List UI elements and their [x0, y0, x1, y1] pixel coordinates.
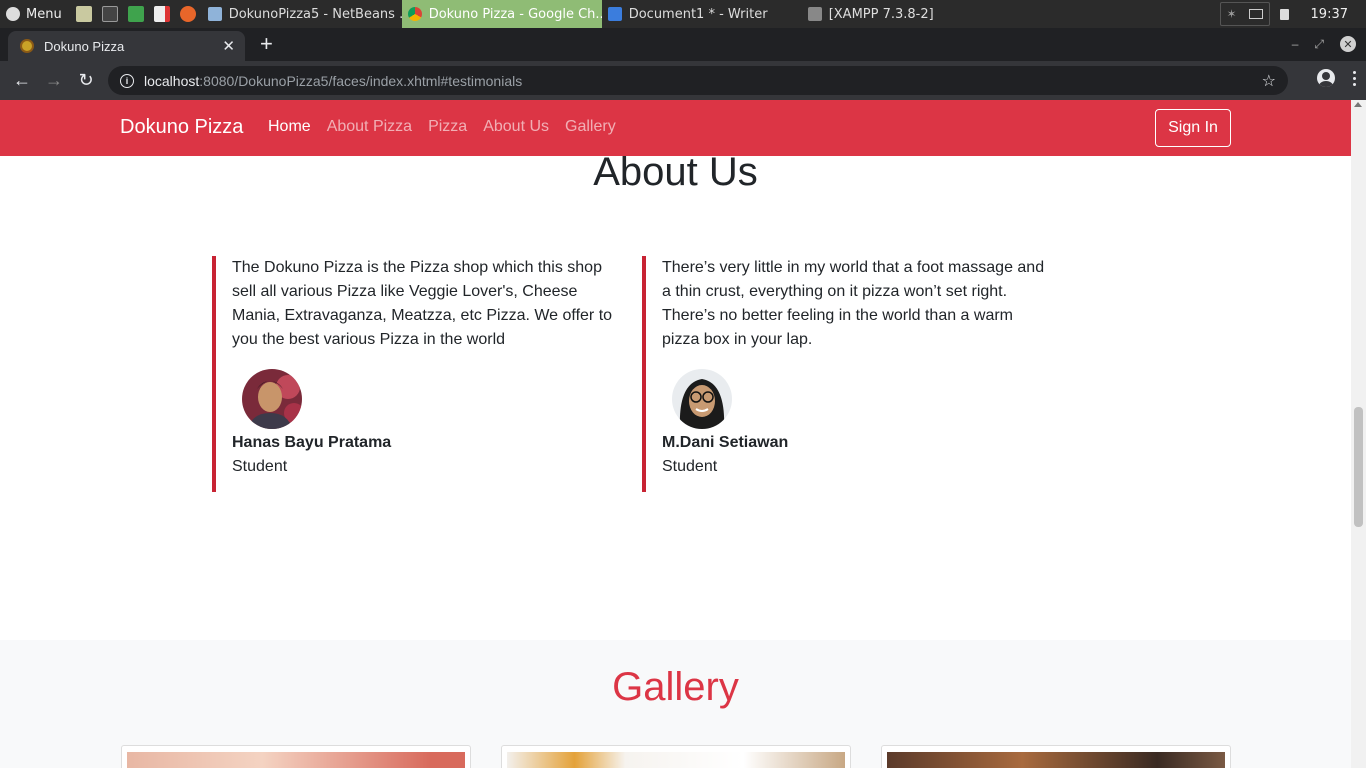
chrome-menu-icon[interactable]	[1353, 70, 1356, 86]
page-scrollbar[interactable]	[1351, 100, 1366, 768]
window-label: [XAMPP 7.3.8-2]	[828, 6, 934, 22]
battery-icon[interactable]	[1279, 8, 1289, 20]
gallery-image[interactable]	[507, 752, 845, 768]
pizza-favicon-icon	[20, 39, 34, 53]
browser-tab-strip: Dokuno Pizza ✕ + – ⤢ ✕	[0, 28, 1366, 61]
nav-link-home[interactable]: Home	[268, 118, 311, 136]
avatar	[242, 369, 302, 429]
back-arrow-icon[interactable]: ←	[6, 65, 38, 97]
gallery-heading: Gallery	[612, 665, 739, 709]
nav-link-about-pizza[interactable]: About Pizza	[327, 118, 412, 136]
profile-icon[interactable]	[1317, 69, 1335, 87]
start-menu-label: Menu	[26, 6, 62, 22]
firefox-launcher-icon[interactable]	[179, 6, 196, 22]
close-tab-icon[interactable]: ✕	[222, 37, 235, 55]
testimonial-name: M.Dani Setiawan	[662, 434, 789, 451]
display-icon[interactable]	[1248, 9, 1263, 19]
gallery-image[interactable]	[127, 752, 465, 768]
netbeans-icon	[207, 7, 222, 21]
new-tab-icon[interactable]: +	[260, 33, 273, 55]
address-bar[interactable]: i localhost :8080/DokunoPizza5/faces/ind…	[108, 66, 1288, 95]
site-info-icon[interactable]: i	[120, 73, 134, 88]
scroll-up-arrow-icon[interactable]	[1354, 102, 1362, 107]
close-window-icon[interactable]: ✕	[1340, 36, 1356, 52]
testimonial-text: There’s very little in my world that a f…	[662, 259, 1045, 348]
os-taskbar: Menu DokunoPizza5 - NetBeans ... Dokuno …	[0, 0, 1366, 28]
window-label: Document1 * - Writer	[628, 6, 768, 22]
window-writer[interactable]: Document1 * - Writer	[602, 0, 802, 28]
start-menu-button[interactable]: Menu	[0, 0, 70, 28]
window-label: Dokuno Pizza - Google Ch...	[428, 6, 602, 22]
window-chrome[interactable]: Dokuno Pizza - Google Ch...	[401, 0, 602, 28]
window-label: DokunoPizza5 - NetBeans ...	[228, 6, 402, 22]
writer-icon	[607, 7, 622, 21]
document-launcher-icon[interactable]	[153, 6, 170, 22]
bluetooth-icon[interactable]: ✶	[1227, 7, 1237, 21]
url-path: :8080/DokunoPizza5/faces/index.xhtml#tes…	[199, 72, 523, 89]
tray-group: ✶	[1219, 2, 1270, 26]
testimonial-role: Student	[662, 458, 718, 475]
testimonial-card: The Dokuno Pizza is the Pizza shop which…	[212, 256, 622, 492]
xampp-window-icon	[807, 7, 822, 21]
bookmark-star-icon[interactable]: ☆	[1262, 71, 1276, 91]
forward-arrow-icon[interactable]: →	[38, 65, 70, 97]
avatar	[672, 369, 732, 429]
testimonial-card: There’s very little in my world that a f…	[642, 256, 1052, 492]
window-xampp[interactable]: [XAMPP 7.3.8-2]	[802, 0, 1002, 28]
browser-toolbar: ← → ↻ i localhost :8080/DokunoPizza5/fac…	[0, 61, 1366, 100]
quick-launch	[70, 6, 202, 22]
window-controls: – ⤢ ✕	[1292, 36, 1356, 52]
page-viewport: Dokuno Pizza Home About Pizza Pizza Abou…	[0, 100, 1366, 768]
gallery-card[interactable]	[501, 745, 851, 768]
nav-link-about-us[interactable]: About Us	[483, 118, 549, 136]
restore-icon[interactable]: ⤢	[1314, 37, 1324, 52]
terminal-launcher-icon[interactable]	[101, 6, 118, 22]
gallery-section: Gallery	[0, 640, 1351, 768]
navbar-brand[interactable]: Dokuno Pizza	[120, 116, 243, 139]
url-host: localhost	[144, 72, 200, 89]
gallery-image[interactable]	[887, 752, 1225, 768]
browser-tab[interactable]: Dokuno Pizza ✕	[8, 31, 245, 61]
text-editor-launcher-icon[interactable]	[75, 6, 92, 22]
gallery-card[interactable]	[881, 745, 1231, 768]
toolbar-right	[1317, 69, 1356, 87]
testimonial-role: Student	[232, 458, 288, 475]
tab-title: Dokuno Pizza	[44, 38, 125, 54]
window-list: DokunoPizza5 - NetBeans ... Dokuno Pizza…	[202, 0, 1002, 28]
file-manager-launcher-icon[interactable]	[127, 6, 144, 22]
mint-menu-icon	[6, 7, 20, 21]
reload-icon[interactable]: ↻	[70, 65, 102, 97]
sign-in-button[interactable]: Sign In	[1155, 109, 1231, 147]
nav-link-gallery[interactable]: Gallery	[565, 118, 616, 136]
site-navbar: Dokuno Pizza Home About Pizza Pizza Abou…	[0, 100, 1351, 156]
gallery-card[interactable]	[121, 745, 471, 768]
clock[interactable]: 19:37	[1311, 7, 1348, 22]
testimonial-text: The Dokuno Pizza is the Pizza shop which…	[232, 259, 613, 348]
chrome-icon	[407, 7, 422, 21]
testimonial-name: Hanas Bayu Pratama	[232, 434, 392, 451]
window-netbeans[interactable]: DokunoPizza5 - NetBeans ...	[202, 0, 402, 28]
about-us-heading: About Us	[593, 150, 758, 194]
nav-link-pizza[interactable]: Pizza	[428, 118, 467, 136]
system-tray: ✶ 19:37	[1219, 0, 1366, 28]
scrollbar-thumb[interactable]	[1354, 407, 1363, 527]
minimize-icon[interactable]: –	[1292, 37, 1299, 51]
nav-links: Home About Pizza Pizza About Us Gallery	[268, 118, 616, 136]
